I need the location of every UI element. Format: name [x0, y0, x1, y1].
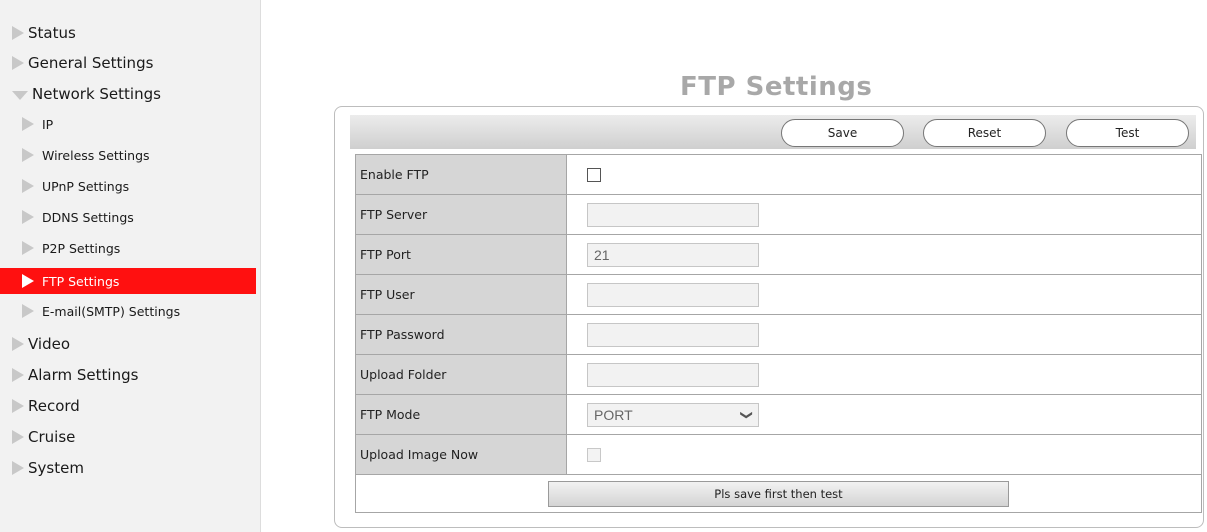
ftp-password-input[interactable] [587, 322, 759, 347]
sidebar-item-ip[interactable]: IP [0, 111, 256, 137]
sidebar-item-label: IP [42, 116, 54, 132]
triangle-right-icon [12, 368, 24, 382]
ftp-user-input[interactable] [587, 282, 759, 307]
triangle-right-icon [22, 274, 34, 288]
sidebar-item-label: Wireless Settings [42, 147, 150, 163]
triangle-right-icon [12, 399, 24, 413]
triangle-right-icon [22, 117, 34, 131]
triangle-right-icon [22, 304, 34, 318]
save-first-then-test-button[interactable]: Pls save first then test [548, 480, 1009, 507]
ftp-server-label: FTP Server [355, 194, 567, 235]
triangle-right-icon [22, 241, 34, 255]
sidebar-item-label: Video [28, 335, 71, 353]
ftp-port-label: FTP Port [355, 234, 567, 275]
ftp-server-input[interactable] [587, 202, 759, 227]
sidebar-item-video[interactable]: Video [0, 331, 246, 357]
upload-image-now-checkbox[interactable] [587, 447, 601, 462]
triangle-down-icon [12, 91, 28, 100]
reset-button[interactable]: Reset [923, 119, 1046, 147]
enable-ftp-label: Enable FTP [355, 154, 567, 195]
sidebar-item-label: UPnP Settings [42, 178, 130, 194]
form-row-upload-image-now: Upload Image Now [355, 434, 1202, 475]
upload-folder-input[interactable] [587, 362, 759, 387]
form-row-test: Pls save first then test [355, 474, 1202, 513]
form-row-ftp-port: FTP Port 21 [355, 234, 1202, 275]
sidebar-item-alarm-settings[interactable]: Alarm Settings [0, 362, 246, 388]
sidebar-item-system[interactable]: System [0, 455, 246, 481]
triangle-right-icon [22, 210, 34, 224]
sidebar: Status General Settings Network Settings… [0, 0, 261, 532]
chevron-down-icon: ❯ [739, 409, 754, 420]
sidebar-item-record[interactable]: Record [0, 393, 246, 419]
page-title: FTP Settings [680, 72, 873, 102]
sidebar-item-label: Network Settings [32, 85, 161, 103]
sidebar-item-status[interactable]: Status [0, 20, 246, 46]
ftp-password-label: FTP Password [355, 314, 567, 355]
form-row-ftp-mode: FTP Mode PORT ❯ [355, 394, 1202, 435]
sidebar-item-email-smtp-settings[interactable]: E-mail(SMTP) Settings [0, 298, 256, 324]
triangle-right-icon [22, 148, 34, 162]
triangle-right-icon [22, 179, 34, 193]
toolbar: Save Reset Test [350, 115, 1196, 149]
ftp-port-input[interactable]: 21 [587, 242, 759, 267]
sidebar-item-label: Record [28, 397, 80, 415]
triangle-right-icon [12, 26, 24, 40]
ftp-settings-panel: Save Reset Test Enable FTP FTP Server FT… [334, 106, 1204, 528]
sidebar-item-label: DDNS Settings [42, 209, 134, 225]
test-button[interactable]: Test [1066, 119, 1189, 147]
save-button[interactable]: Save [781, 119, 904, 147]
sidebar-item-ddns-settings[interactable]: DDNS Settings [0, 204, 256, 230]
sidebar-item-p2p-settings[interactable]: P2P Settings [0, 235, 256, 261]
form-row-ftp-password: FTP Password [355, 314, 1202, 355]
enable-ftp-checkbox[interactable] [587, 167, 601, 182]
ftp-mode-label: FTP Mode [355, 394, 567, 435]
sidebar-item-label: System [28, 459, 84, 477]
ftp-mode-select[interactable]: PORT ❯ [587, 402, 759, 427]
sidebar-item-network-settings[interactable]: Network Settings [0, 81, 246, 107]
sidebar-item-cruise[interactable]: Cruise [0, 424, 246, 450]
form-row-enable-ftp: Enable FTP [355, 154, 1202, 195]
sidebar-item-label: General Settings [28, 54, 154, 72]
sidebar-item-label: Status [28, 24, 76, 42]
ftp-user-label: FTP User [355, 274, 567, 315]
upload-folder-label: Upload Folder [355, 354, 567, 395]
sidebar-item-label: Alarm Settings [28, 366, 139, 384]
sidebar-item-label: P2P Settings [42, 240, 121, 256]
form-row-upload-folder: Upload Folder [355, 354, 1202, 395]
form-row-ftp-server: FTP Server [355, 194, 1202, 235]
triangle-right-icon [12, 430, 24, 444]
sidebar-item-label: E-mail(SMTP) Settings [42, 303, 181, 319]
sidebar-item-label: FTP Settings [42, 273, 120, 289]
sidebar-item-label: Cruise [28, 428, 76, 446]
sidebar-item-wireless-settings[interactable]: Wireless Settings [0, 142, 256, 168]
ftp-form: Enable FTP FTP Server FTP Port 21 FTP Us… [355, 154, 1202, 513]
triangle-right-icon [12, 56, 24, 70]
triangle-right-icon [12, 461, 24, 475]
upload-image-now-label: Upload Image Now [355, 434, 567, 475]
form-row-ftp-user: FTP User [355, 274, 1202, 315]
triangle-right-icon [12, 337, 24, 351]
sidebar-item-ftp-settings[interactable]: FTP Settings [0, 268, 256, 294]
sidebar-item-upnp-settings[interactable]: UPnP Settings [0, 173, 256, 199]
sidebar-item-general-settings[interactable]: General Settings [0, 50, 246, 76]
ftp-mode-value: PORT [594, 406, 633, 423]
